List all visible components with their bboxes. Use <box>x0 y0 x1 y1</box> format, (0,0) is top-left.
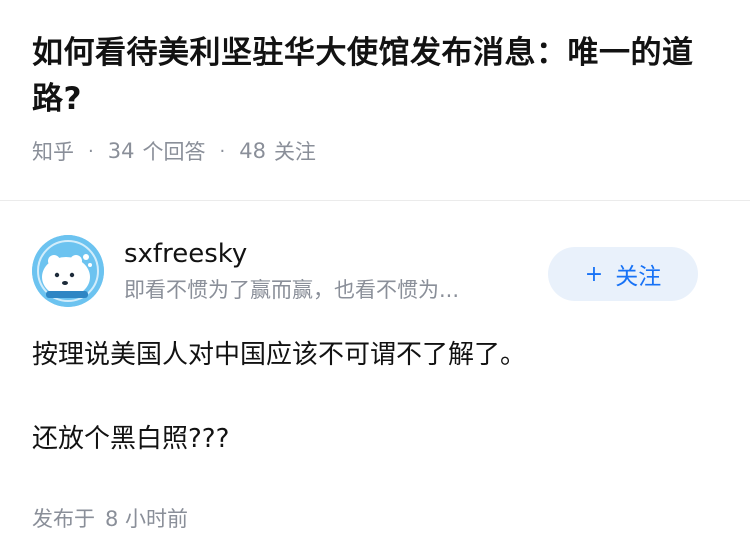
answer-paragraph: 还放个黑白照??? <box>32 424 230 454</box>
published-label: 发布于 <box>32 507 95 531</box>
author-info: sxfreesky 即看不惯为了赢而赢，也看不惯为... <box>124 237 524 305</box>
author-bio: 即看不惯为了赢而赢，也看不惯为... <box>124 278 460 302</box>
published-value: 8 小时前 <box>105 507 189 531</box>
author-name[interactable]: sxfreesky <box>124 237 524 271</box>
question-header: 如何看待美利坚驻华大使馆发布消息：唯一的道路? 知乎 · 34 个回答 · 48… <box>0 0 750 172</box>
source-label: 知乎 <box>32 140 74 164</box>
follow-label: 关注 <box>615 264 662 290</box>
follow-button[interactable]: + 关注 <box>548 247 698 301</box>
published-time: 发布于 8 小时前 <box>32 503 718 533</box>
plus-icon: + <box>584 261 604 287</box>
question-title[interactable]: 如何看待美利坚驻华大使馆发布消息：唯一的道路? <box>32 30 718 122</box>
followers-label: 关注 <box>273 140 316 164</box>
answer-paragraph: 按理说美国人对中国应该不可谓不了解了。 <box>32 340 527 370</box>
separator-dot: · <box>88 140 94 162</box>
answers-count: 34 <box>107 139 135 163</box>
polar-bear-avatar-icon <box>32 235 104 307</box>
followers-count: 48 <box>239 139 266 163</box>
answer-content[interactable]: 按理说美国人对中国应该不可谓不了解了。 还放个黑白照??? <box>32 335 718 459</box>
separator-dot: · <box>219 140 226 162</box>
question-meta: 知乎 · 34 个回答 · 48 关注 <box>32 136 718 166</box>
answers-label: 个回答 <box>142 140 206 164</box>
avatar[interactable] <box>32 235 104 307</box>
answer-card: sxfreesky 即看不惯为了赢而赢，也看不惯为... + 关注 按理说美国人… <box>0 201 750 533</box>
